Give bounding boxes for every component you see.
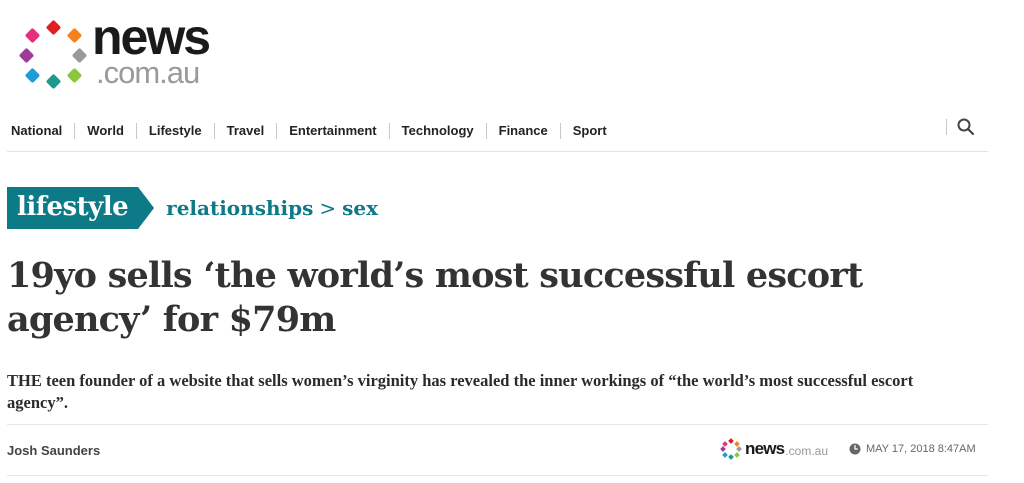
search-button[interactable]: [956, 117, 976, 137]
logo-dot-orange: [66, 27, 83, 44]
logo-dots-icon: [16, 18, 88, 90]
byline-divider-bottom: [7, 475, 988, 476]
breadcrumb-separator: >: [319, 196, 337, 220]
author-name[interactable]: Josh Saunders: [7, 443, 100, 458]
breadcrumb-trail: relationships > sex: [166, 196, 378, 220]
publish-date-text: MAY 17, 2018 8:47AM: [866, 443, 976, 455]
nav-item-finance[interactable]: Finance: [485, 123, 560, 139]
section-tag-lifestyle[interactable]: lifestyle: [7, 187, 155, 229]
nav-item-lifestyle[interactable]: Lifestyle: [135, 123, 214, 139]
nav-item-national[interactable]: National: [0, 123, 74, 139]
search-divider: [946, 119, 947, 135]
clock-icon: [849, 443, 861, 455]
source-logo-domain-text: .com.au: [785, 443, 829, 458]
nav-divider: [7, 151, 988, 152]
news-logo[interactable]: news .com.au: [16, 12, 226, 90]
breadcrumb-relationships[interactable]: relationships: [166, 196, 313, 220]
logo-dot-red: [45, 19, 62, 36]
byline-divider-top: [7, 424, 988, 425]
logo-dot-blue: [24, 67, 41, 84]
article-headline: 19yo sells ‘the world’s most successful …: [7, 255, 863, 340]
nav-item-entertainment[interactable]: Entertainment: [276, 123, 388, 139]
logo-dot-green: [66, 67, 83, 84]
nav-item-world[interactable]: World: [74, 123, 136, 139]
source-logo-news-text: news: [745, 439, 785, 458]
article-standfirst: THE teen founder of a website that sells…: [7, 371, 914, 412]
source-logo-dots-icon: [720, 438, 742, 460]
nav-item-sport[interactable]: Sport: [559, 123, 619, 139]
breadcrumb-sex[interactable]: sex: [342, 196, 378, 220]
nav-item-travel[interactable]: Travel: [213, 123, 277, 139]
nav-item-technology[interactable]: Technology: [388, 123, 486, 139]
logo-domain-text: .com.au: [96, 55, 200, 90]
logo-dot-pink: [24, 27, 41, 44]
logo-dot-teal: [45, 73, 62, 90]
logo-dot-purple: [18, 47, 35, 64]
logo-dot-grey: [71, 47, 88, 64]
search-icon: [957, 118, 975, 136]
source-logo: news .com.au: [720, 438, 828, 460]
publish-date: MAY 17, 2018 8:47AM: [849, 443, 976, 455]
breadcrumb: lifestyle relationships > sex: [7, 187, 378, 229]
main-nav: National World Lifestyle Travel Entertai…: [0, 120, 619, 142]
